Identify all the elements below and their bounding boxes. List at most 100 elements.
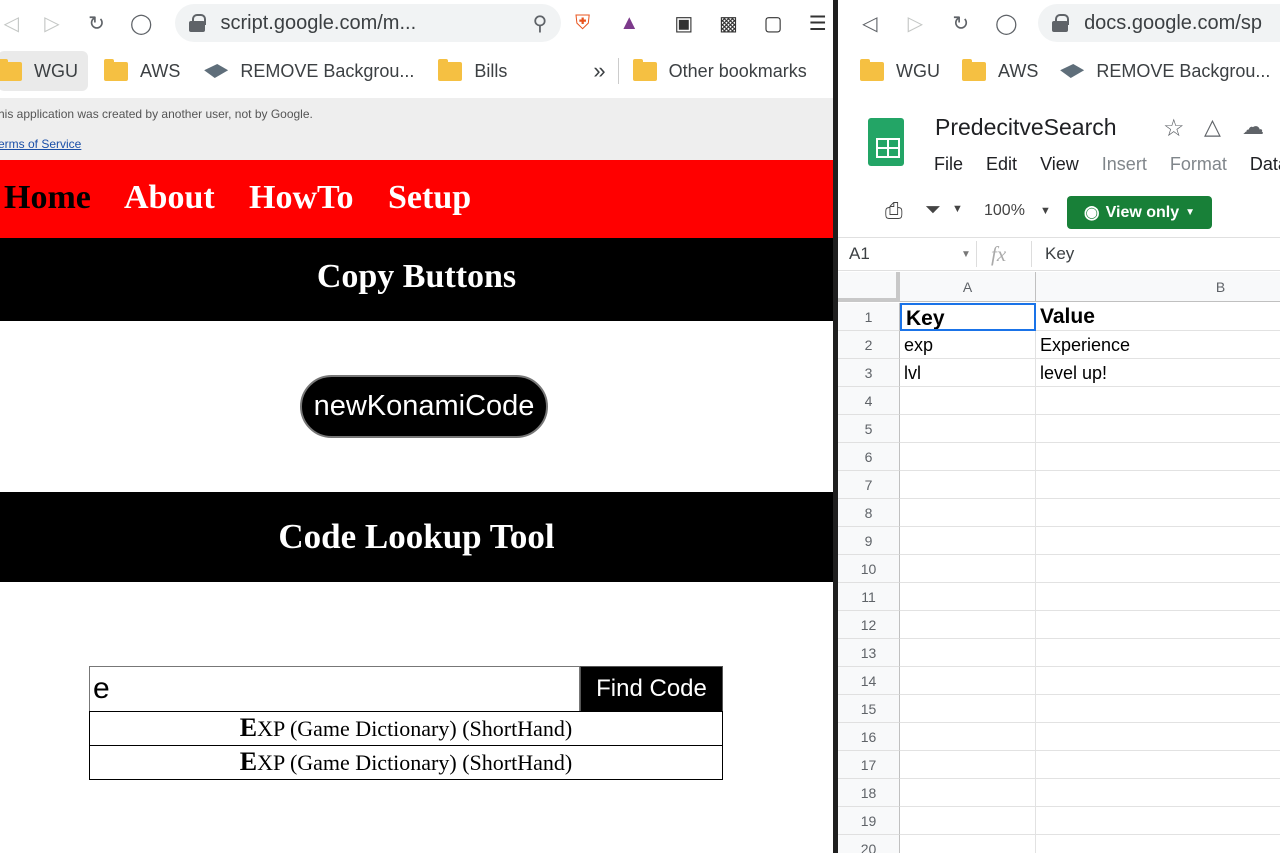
cell-b9[interactable] xyxy=(1036,527,1280,555)
menu-view[interactable]: View xyxy=(1040,154,1079,174)
address-bar[interactable]: script.google.com/m... ⚲ xyxy=(174,4,562,42)
menu-data[interactable]: Data xyxy=(1250,154,1280,174)
tab-extension-icon[interactable]: ▣ xyxy=(669,6,700,40)
row-header[interactable]: 11 xyxy=(838,583,900,611)
cell-b7[interactable] xyxy=(1036,471,1280,499)
row-header[interactable]: 15 xyxy=(838,695,900,723)
print-icon[interactable]: ⎙ xyxy=(885,198,903,224)
cell-b18[interactable] xyxy=(1036,779,1280,807)
forward-icon[interactable]: ▷ xyxy=(900,6,932,40)
row-header[interactable]: 6 xyxy=(838,443,900,471)
new-konami-code-button[interactable]: newKonamiCode xyxy=(300,375,548,438)
formula-input[interactable]: Key xyxy=(1045,244,1074,264)
document-title[interactable]: PredecitveSearch xyxy=(935,114,1117,141)
zoom-dropdown-icon[interactable]: ▼ xyxy=(1040,205,1051,217)
terms-link[interactable]: erms of Service xyxy=(0,137,81,151)
cell-a18[interactable] xyxy=(900,779,1036,807)
back-icon[interactable]: ◁ xyxy=(854,6,886,40)
bookmark-other[interactable]: Other bookmarks xyxy=(623,51,817,91)
row-header[interactable]: 13 xyxy=(838,639,900,667)
cell-a3[interactable]: lvl xyxy=(900,359,1036,387)
row-header[interactable]: 16 xyxy=(838,723,900,751)
cell-a12[interactable] xyxy=(900,611,1036,639)
cell-b4[interactable] xyxy=(1036,387,1280,415)
cell-b14[interactable] xyxy=(1036,667,1280,695)
bookmark-wgu[interactable]: WGU xyxy=(0,51,88,91)
cell-a4[interactable] xyxy=(900,387,1036,415)
cell-b5[interactable] xyxy=(1036,415,1280,443)
name-box[interactable]: A1 xyxy=(849,244,870,264)
row-header[interactable]: 2 xyxy=(838,331,900,359)
nav-about[interactable]: About xyxy=(124,179,215,217)
cell-a14[interactable] xyxy=(900,667,1036,695)
bookmarks-overflow-button[interactable]: » xyxy=(583,51,615,91)
cell-b20[interactable] xyxy=(1036,835,1280,853)
cell-a15[interactable] xyxy=(900,695,1036,723)
row-header[interactable]: 14 xyxy=(838,667,900,695)
menu-edit[interactable]: Edit xyxy=(986,154,1017,174)
row-header[interactable]: 20 xyxy=(838,835,900,853)
menu-file[interactable]: File xyxy=(934,154,963,174)
cell-a2[interactable]: exp xyxy=(900,331,1036,359)
nav-home[interactable]: Home xyxy=(4,179,91,217)
search-suggestion[interactable]: EXP (Game Dictionary) (ShortHand) xyxy=(89,745,723,780)
back-icon[interactable]: ◁ xyxy=(0,6,27,40)
cell-a13[interactable] xyxy=(900,639,1036,667)
cell-a19[interactable] xyxy=(900,807,1036,835)
bookmark-aws[interactable]: AWS xyxy=(94,51,190,91)
bookmark-icon[interactable]: ◯ xyxy=(126,6,157,40)
star-icon[interactable]: ☆ xyxy=(1163,114,1185,143)
row-header[interactable]: 3 xyxy=(838,359,900,387)
address-bar[interactable]: docs.google.com/sp xyxy=(1038,4,1280,42)
cell-b1[interactable]: Value xyxy=(1036,303,1280,331)
menu-icon[interactable]: ☰ xyxy=(802,6,833,40)
column-header-a[interactable]: A xyxy=(900,272,1036,302)
cell-b17[interactable] xyxy=(1036,751,1280,779)
row-header[interactable]: 18 xyxy=(838,779,900,807)
nav-setup[interactable]: Setup xyxy=(388,179,471,217)
cell-b8[interactable] xyxy=(1036,499,1280,527)
search-suggestion[interactable]: EXP (Game Dictionary) (ShortHand) xyxy=(89,711,723,746)
select-all-corner[interactable] xyxy=(838,272,900,302)
cell-b2[interactable]: Experience xyxy=(1036,331,1280,359)
cell-b12[interactable] xyxy=(1036,611,1280,639)
find-code-button[interactable]: Find Code xyxy=(580,666,723,712)
brave-shield-icon[interactable]: ⛨ xyxy=(567,6,598,40)
row-header[interactable]: 8 xyxy=(838,499,900,527)
menu-format[interactable]: Format xyxy=(1170,154,1227,174)
column-header-b[interactable]: B xyxy=(1036,272,1280,302)
zoom-icon[interactable]: ⚲ xyxy=(533,11,548,36)
row-header[interactable]: 10 xyxy=(838,555,900,583)
cell-b10[interactable] xyxy=(1036,555,1280,583)
cell-b6[interactable] xyxy=(1036,443,1280,471)
zoom-select[interactable]: 100% xyxy=(984,202,1025,220)
reload-icon[interactable]: ↻ xyxy=(81,6,112,40)
cell-a16[interactable] xyxy=(900,723,1036,751)
row-header[interactable]: 9 xyxy=(838,527,900,555)
nav-howto[interactable]: HowTo xyxy=(249,179,354,217)
bookmark-remove-background[interactable]: REMOVE Backgrou... xyxy=(1050,51,1280,91)
name-box-dropdown-icon[interactable]: ▼ xyxy=(961,249,971,260)
brave-rewards-icon[interactable]: ▲ xyxy=(614,6,645,40)
filter-icon[interactable]: ⏷ xyxy=(925,199,941,222)
row-header[interactable]: 7 xyxy=(838,471,900,499)
bookmark-remove-background[interactable]: REMOVE Backgrou... xyxy=(194,51,424,91)
extensions-puzzle-icon[interactable]: ▩ xyxy=(713,6,744,40)
cell-a7[interactable] xyxy=(900,471,1036,499)
cell-a9[interactable] xyxy=(900,527,1036,555)
forward-icon[interactable]: ▷ xyxy=(37,6,68,40)
cell-a10[interactable] xyxy=(900,555,1036,583)
wallet-icon[interactable]: ▢ xyxy=(758,6,789,40)
cell-a6[interactable] xyxy=(900,443,1036,471)
cell-a1[interactable]: Key xyxy=(900,303,1036,331)
view-only-button[interactable]: ◉ View only ▼ xyxy=(1067,196,1212,229)
cell-a8[interactable] xyxy=(900,499,1036,527)
cell-b15[interactable] xyxy=(1036,695,1280,723)
bookmark-bills[interactable]: Bills xyxy=(428,51,517,91)
cell-b11[interactable] xyxy=(1036,583,1280,611)
row-header[interactable]: 4 xyxy=(838,387,900,415)
cell-a11[interactable] xyxy=(900,583,1036,611)
row-header[interactable]: 19 xyxy=(838,807,900,835)
bookmark-wgu[interactable]: WGU xyxy=(850,51,950,91)
filter-dropdown-icon[interactable]: ▼ xyxy=(952,203,963,215)
